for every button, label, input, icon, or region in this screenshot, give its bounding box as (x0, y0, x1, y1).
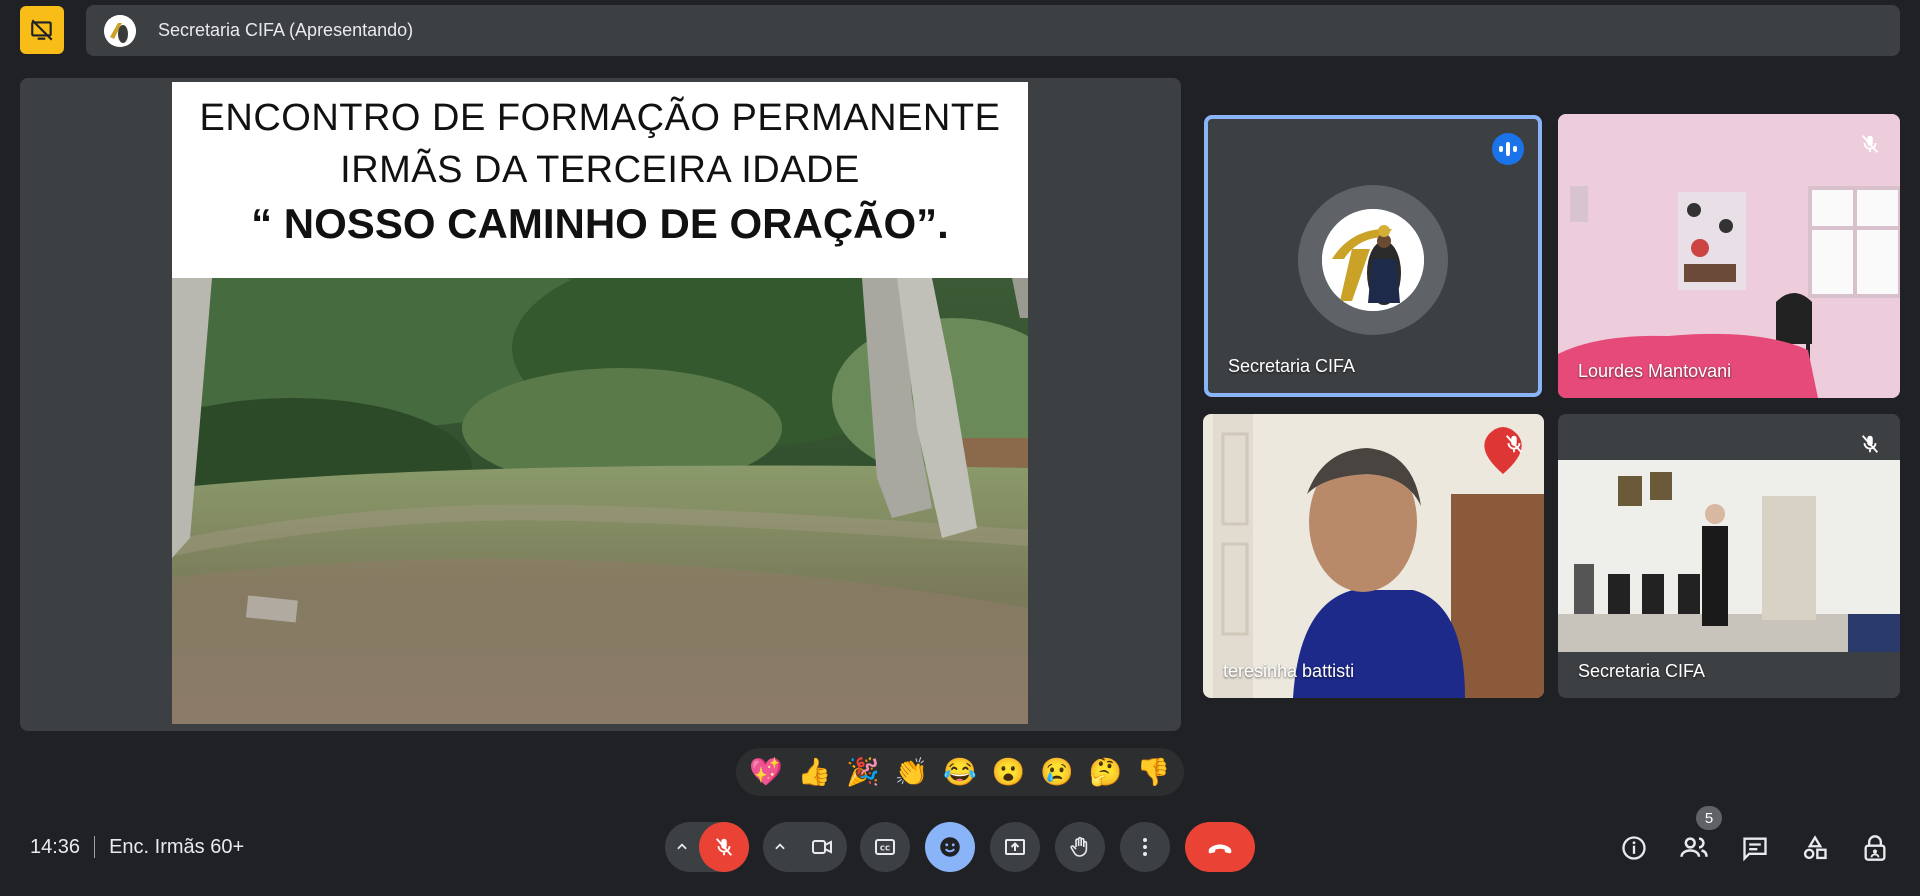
reaction-party-popper[interactable]: 🎉 (841, 758, 885, 786)
meeting-time: 14:36 (30, 835, 81, 858)
audio-options-button[interactable] (665, 822, 699, 872)
stop-presenting-button[interactable] (20, 6, 64, 54)
slide-title-line-1: ENCONTRO DE FORMAÇÃO PERMANENTE (199, 97, 1001, 139)
speaking-indicator-icon (1492, 133, 1524, 165)
activities-icon (1803, 835, 1827, 860)
reaction-clapping[interactable]: 👏 (890, 758, 934, 786)
more-options-button[interactable] (1120, 822, 1170, 872)
chevron-up-icon (677, 843, 687, 850)
meeting-info: 14:36 Enc. Irmãs 60+ (30, 836, 244, 858)
slide-forest-path-photo (172, 278, 1028, 724)
participant-name: Secretaria CIFA (1578, 661, 1706, 681)
svg-text:CC: CC (880, 845, 890, 853)
send-reaction-button[interactable] (925, 822, 975, 872)
microphone-toggle-button[interactable] (699, 822, 749, 872)
reaction-laughing[interactable]: 😂 (938, 758, 982, 786)
reaction-thumbs-up[interactable]: 👍 (793, 758, 837, 786)
participant-name: teresinha battisti (1223, 661, 1355, 681)
captions-button[interactable]: CC (860, 822, 910, 872)
mic-off-icon (1500, 430, 1528, 458)
meeting-name: Enc. Irmãs 60+ (109, 835, 245, 858)
participant-video-room (1558, 114, 1900, 398)
reaction-surprised[interactable]: 😮 (986, 758, 1030, 786)
slide-title-line-2: IRMÃS DA TERCEIRA IDADE (340, 149, 860, 191)
chat-button[interactable] (1735, 828, 1775, 868)
participant-avatar (1322, 209, 1424, 311)
emoji-icon (940, 837, 960, 857)
mic-off-icon (715, 838, 733, 856)
people-count-badge: 5 (1696, 806, 1722, 830)
present-screen-icon (1005, 839, 1025, 855)
mic-off-icon (1856, 430, 1884, 458)
mic-control-group (665, 822, 749, 872)
host-controls-button[interactable] (1855, 828, 1895, 868)
present-now-button[interactable] (990, 822, 1040, 872)
mic-off-icon (1856, 130, 1884, 158)
more-options-icon (1143, 838, 1147, 856)
video-options-button[interactable] (763, 822, 797, 872)
camera-icon (812, 840, 832, 854)
reaction-sparkling-heart[interactable]: 💖 (744, 758, 788, 786)
stop-presenting-icon (31, 19, 53, 41)
presentation-panel: ENCONTRO DE FORMAÇÃO PERMANENTE IRMÃS DA… (20, 78, 1181, 731)
participant-name: Lourdes Mantovani (1578, 361, 1732, 381)
reaction-thinking[interactable]: 🤔 (1083, 758, 1127, 786)
reactions-bar: 💖 👍 🎉 👏 😂 😮 😢 🤔 👎 (736, 748, 1184, 796)
participant-name: Secretaria CIFA (1228, 356, 1356, 376)
participant-tile[interactable]: Secretaria CIFA (1204, 115, 1542, 397)
hangup-icon (1208, 844, 1232, 854)
captions-icon: CC (875, 839, 895, 855)
chevron-up-icon (775, 843, 785, 850)
raise-hand-icon (1070, 836, 1088, 857)
host-controls-icon (1864, 835, 1886, 861)
meeting-details-button[interactable] (1614, 828, 1654, 868)
presentation-slide: ENCONTRO DE FORMAÇÃO PERMANENTE IRMÃS DA… (172, 82, 1028, 724)
camera-toggle-button[interactable] (797, 822, 847, 872)
participant-tile[interactable]: teresinha battisti (1203, 414, 1544, 698)
activities-button[interactable] (1795, 828, 1835, 868)
people-icon (1680, 837, 1708, 857)
participant-video-woman (1203, 414, 1544, 698)
reaction-crying[interactable]: 😢 (1035, 758, 1079, 786)
info-icon (1622, 836, 1646, 860)
camera-control-group (763, 822, 847, 872)
presenter-bar: Secretaria CIFA (Apresentando) (86, 5, 1900, 56)
leave-call-button[interactable] (1185, 822, 1255, 872)
slide-title-line-3: “ NOSSO CAMINHO DE ORAÇÃO”. (251, 200, 949, 247)
people-button[interactable] (1674, 828, 1714, 868)
participant-avatar-ring (1298, 185, 1448, 335)
participant-video-hall (1558, 414, 1900, 698)
chat-icon (1743, 837, 1767, 862)
participant-tile[interactable]: Lourdes Mantovani (1558, 114, 1900, 398)
presenter-avatar (104, 14, 136, 47)
divider (94, 836, 96, 858)
reaction-thumbs-down[interactable]: 👎 (1132, 758, 1176, 786)
presenter-title: Secretaria CIFA (Apresentando) (158, 20, 414, 40)
raise-hand-button[interactable] (1055, 822, 1105, 872)
participant-tile[interactable]: Secretaria CIFA (1558, 414, 1900, 698)
slide-title-block: ENCONTRO DE FORMAÇÃO PERMANENTE IRMÃS DA… (172, 82, 1028, 278)
